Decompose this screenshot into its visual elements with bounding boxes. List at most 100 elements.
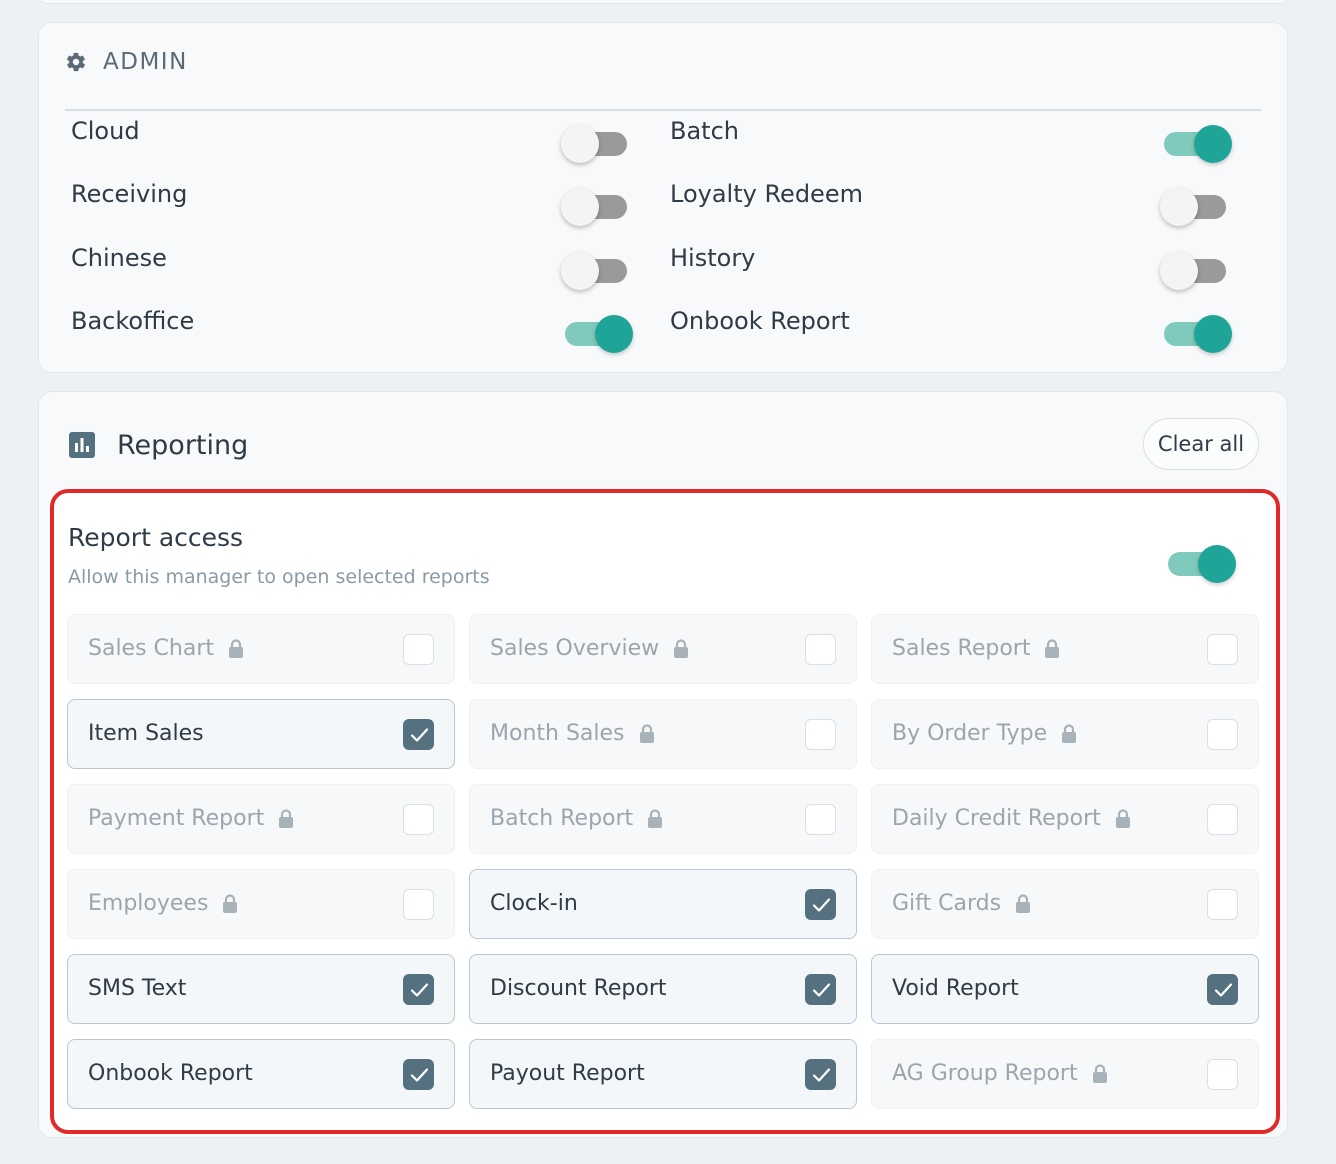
report-checkbox[interactable] [403, 1059, 434, 1090]
lock-icon [1092, 1064, 1107, 1083]
report-item-by-order-type[interactable]: By Order Type [871, 699, 1259, 769]
history-toggle[interactable] [1160, 250, 1230, 290]
toggle-label: Onbook Report [670, 307, 850, 335]
toggle-knob [1194, 315, 1232, 353]
admin-card: ADMIN Cloud Receiving Chinese Backoffice Ba… [38, 22, 1288, 373]
report-name: Sales Overview [490, 615, 689, 683]
toggle-knob [1160, 252, 1198, 290]
checkmark-icon [812, 898, 831, 912]
report-item-clock-in[interactable]: Clock-in [469, 869, 857, 939]
checkmark-icon [410, 1068, 429, 1082]
clear-all-button[interactable]: Clear all [1143, 418, 1259, 470]
report-checkbox[interactable] [805, 889, 836, 920]
previous-card-edge [38, 0, 1288, 4]
toggle-knob [1194, 125, 1232, 163]
report-checkbox[interactable] [1207, 804, 1238, 835]
toggle-row-onbook-report: Onbook Report [670, 307, 1232, 353]
report-name: Onbook Report [88, 1040, 253, 1108]
report-item-ag-group-report[interactable]: AG Group Report [871, 1039, 1259, 1109]
reporting-title: Reporting [117, 429, 249, 461]
report-item-payment-report[interactable]: Payment Report [67, 784, 455, 854]
report-item-sales-report[interactable]: Sales Report [871, 614, 1259, 684]
toggle-knob [1160, 188, 1198, 226]
report-checkbox[interactable] [1207, 719, 1238, 750]
report-checkbox[interactable] [1207, 974, 1238, 1005]
report-item-sales-overview[interactable]: Sales Overview [469, 614, 857, 684]
report-label: SMS Text [88, 976, 187, 1001]
report-label: Batch Report [490, 806, 634, 831]
report-item-sms-text[interactable]: SMS Text [67, 954, 455, 1024]
report-checkbox[interactable] [805, 719, 836, 750]
report-checkbox[interactable] [403, 804, 434, 835]
report-label: Discount Report [490, 976, 667, 1001]
admin-header: ADMIN [65, 45, 1261, 111]
onbook-report-toggle[interactable] [1160, 313, 1232, 353]
lock-icon [229, 639, 244, 658]
receiving-toggle[interactable] [561, 186, 631, 226]
checkmark-icon [410, 983, 429, 997]
report-name: Month Sales [490, 700, 655, 768]
report-name: Void Report [892, 955, 1019, 1023]
toggle-knob [595, 315, 633, 353]
report-checkbox[interactable] [805, 634, 836, 665]
cloud-toggle[interactable] [561, 123, 631, 163]
report-label: Item Sales [88, 721, 204, 746]
checkmark-icon [1214, 983, 1233, 997]
report-name: By Order Type [892, 700, 1077, 768]
report-item-sales-chart[interactable]: Sales Chart [67, 614, 455, 684]
report-checkbox[interactable] [403, 719, 434, 750]
report-label: Payment Report [88, 806, 265, 831]
lock-icon [674, 639, 689, 658]
report-label: Clock-in [490, 891, 578, 916]
report-name: Sales Chart [88, 615, 244, 683]
report-checkbox[interactable] [1207, 889, 1238, 920]
report-item-onbook-report[interactable]: Onbook Report [67, 1039, 455, 1109]
toggle-label: Chinese [71, 244, 167, 272]
report-access-title: Report access [68, 523, 244, 552]
report-label: Employees [88, 891, 209, 916]
report-item-month-sales[interactable]: Month Sales [469, 699, 857, 769]
toggle-label: Receiving [71, 180, 188, 208]
report-checkbox[interactable] [805, 974, 836, 1005]
report-label: Void Report [892, 976, 1019, 1001]
report-checkbox[interactable] [403, 889, 434, 920]
report-label: Onbook Report [88, 1061, 253, 1086]
report-item-payout-report[interactable]: Payout Report [469, 1039, 857, 1109]
batch-toggle[interactable] [1160, 123, 1232, 163]
lock-icon [648, 809, 663, 828]
report-checkbox[interactable] [1207, 1059, 1238, 1090]
toggle-row-chinese: Chinese [71, 244, 631, 290]
report-access-toggle[interactable] [1164, 543, 1236, 583]
report-item-item-sales[interactable]: Item Sales [67, 699, 455, 769]
report-checkbox[interactable] [805, 804, 836, 835]
reporting-header: Reporting [69, 422, 248, 468]
report-access-subtitle: Allow this manager to open selected repo… [68, 566, 490, 588]
report-checkbox[interactable] [805, 1059, 836, 1090]
report-checkbox[interactable] [403, 974, 434, 1005]
backoffice-toggle[interactable] [561, 313, 633, 353]
report-name: Payout Report [490, 1040, 645, 1108]
checkmark-icon [410, 728, 429, 742]
report-name: Batch Report [490, 785, 663, 853]
toggle-label: Batch [670, 117, 739, 145]
report-label: Payout Report [490, 1061, 645, 1086]
report-name: AG Group Report [892, 1040, 1108, 1108]
lock-icon [639, 724, 654, 743]
toggle-row-receiving: Receiving [71, 180, 631, 226]
report-label: Sales Report [892, 636, 1031, 661]
chinese-toggle[interactable] [561, 250, 631, 290]
report-label: Gift Cards [892, 891, 1002, 916]
toggle-label: Cloud [71, 117, 140, 145]
loyalty-redeem-toggle[interactable] [1160, 186, 1230, 226]
report-checkbox[interactable] [1207, 634, 1238, 665]
report-item-void-report[interactable]: Void Report [871, 954, 1259, 1024]
report-label: Sales Overview [490, 636, 660, 661]
report-item-daily-credit-report[interactable]: Daily Credit Report [871, 784, 1259, 854]
report-checkbox[interactable] [403, 634, 434, 665]
report-item-employees[interactable]: Employees [67, 869, 455, 939]
report-name: Employees [88, 870, 238, 938]
checkmark-icon [812, 1068, 831, 1082]
report-item-discount-report[interactable]: Discount Report [469, 954, 857, 1024]
report-item-gift-cards[interactable]: Gift Cards [871, 869, 1259, 939]
report-item-batch-report[interactable]: Batch Report [469, 784, 857, 854]
